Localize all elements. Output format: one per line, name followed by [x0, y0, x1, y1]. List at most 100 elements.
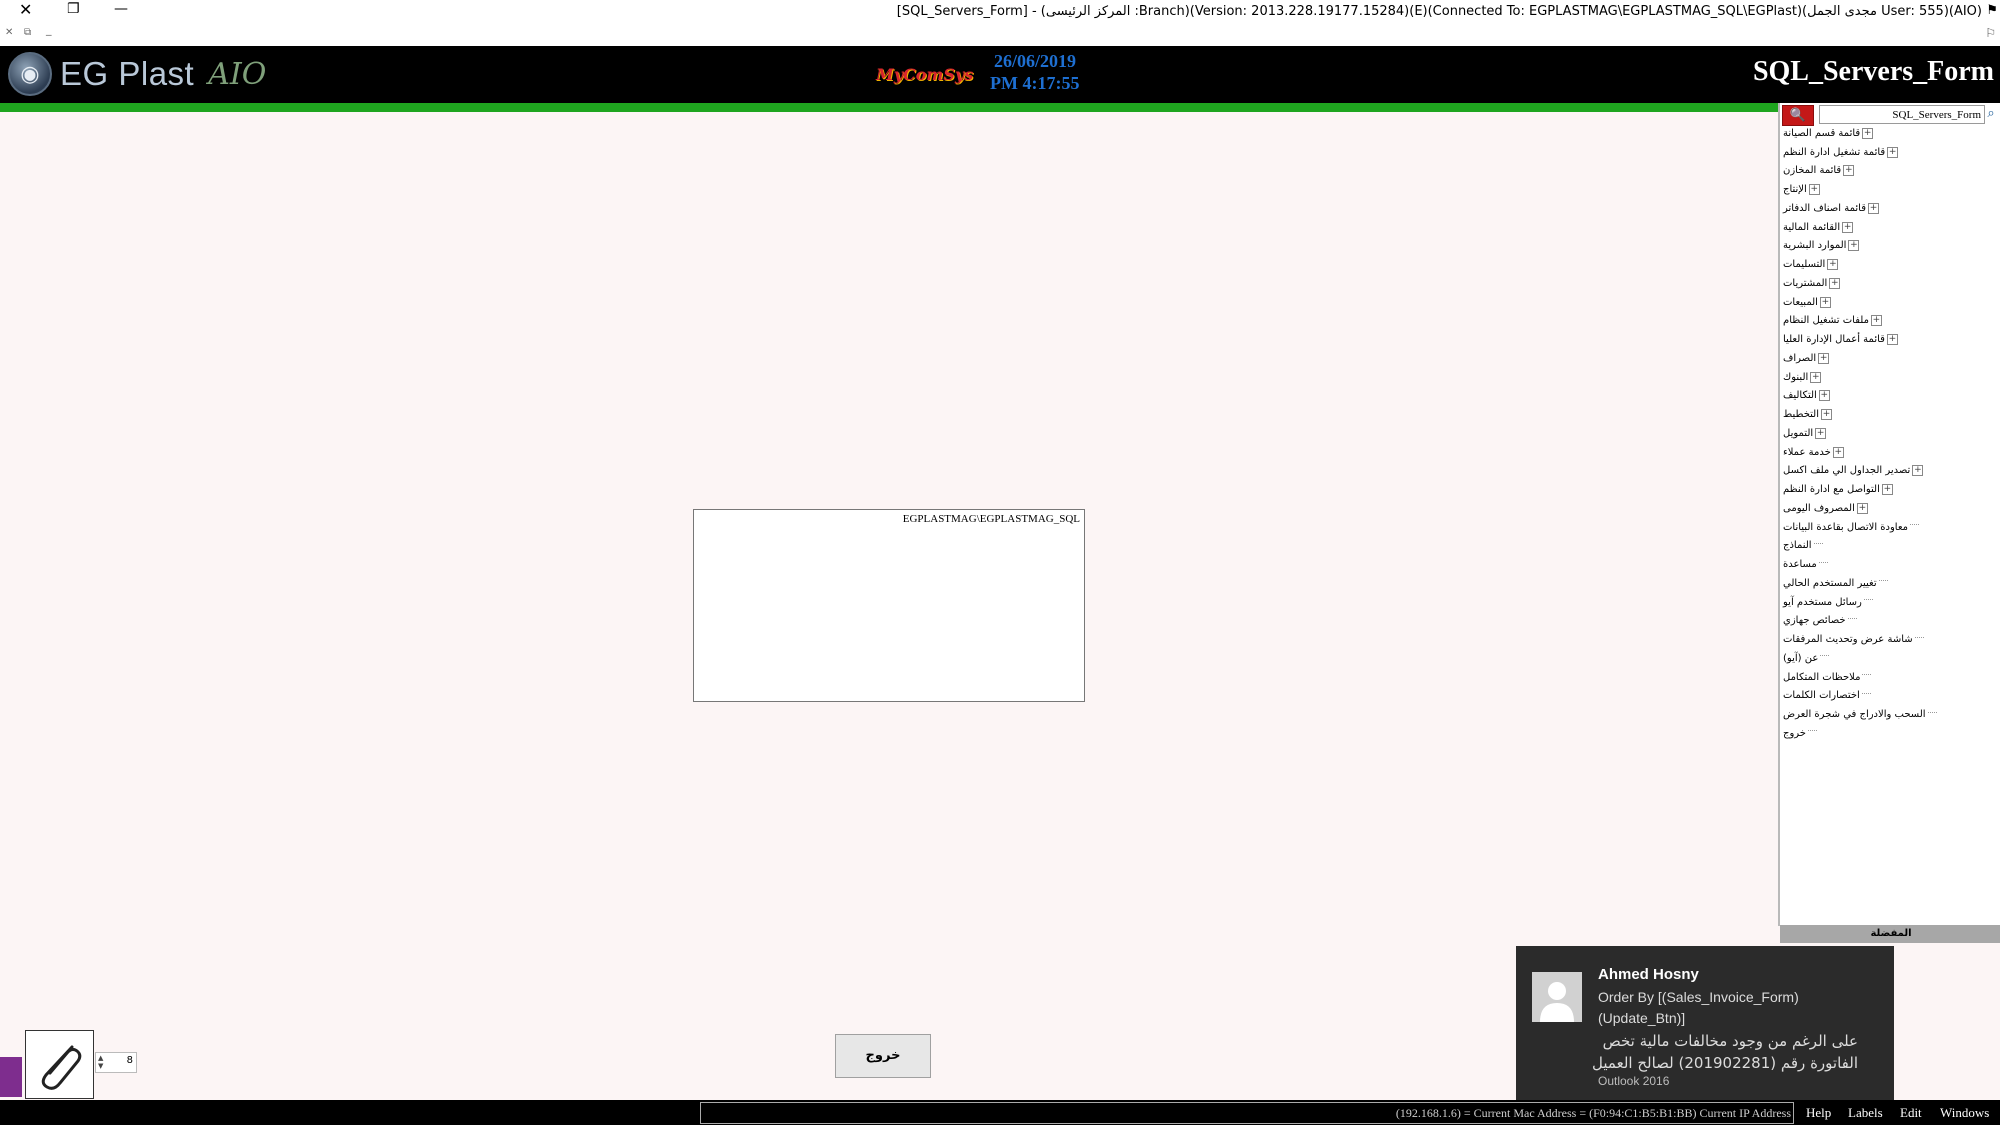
tree-item[interactable]: + قائمة المخازن: [1780, 162, 1994, 181]
window-title: [SQL_Servers_Form] - (المركز الرئيسى :Br…: [896, 4, 1982, 19]
tree-item[interactable]: + التسليمات: [1780, 255, 1994, 274]
close-window-icon[interactable]: ✕: [19, 2, 32, 18]
expand-icon[interactable]: +: [1819, 296, 1831, 308]
paperclip-icon: [41, 1045, 81, 1090]
outlook-notification[interactable]: Ahmed Hosny Order By [(Sales_Invoice_For…: [1516, 946, 1894, 1100]
tree-leaf-connector: [1914, 636, 1924, 647]
tree-leaf-connector: [1878, 580, 1888, 590]
menu-labels[interactable]: Labels: [1848, 1105, 1883, 1121]
tree-item[interactable]: + التكاليف: [1780, 387, 1994, 406]
expand-icon[interactable]: +: [1818, 352, 1830, 364]
expand-icon[interactable]: +: [1810, 371, 1822, 383]
expand-icon[interactable]: +: [1815, 427, 1827, 439]
stepper-value: 8: [126, 1055, 133, 1066]
tree-item[interactable]: + قائمة قسم الصيانة: [1780, 124, 1994, 143]
search-button[interactable]: 🔍: [1782, 105, 1814, 126]
tree-item-label: القائمة المالية: [1783, 221, 1841, 233]
navigation-sidebar: 🔍 ⌕ +قائمة قسم الصيانة+قائمة تشغيل ادارة…: [1778, 103, 2000, 1052]
expand-icon[interactable]: +: [1862, 127, 1874, 139]
tree-item[interactable]: شاشة عرض وتحديث المرفقات: [1780, 630, 1994, 649]
notification-line: الفاتورة رقم (201902281) لصالح العميل: [1592, 1054, 1858, 1072]
tree-item[interactable]: رسائل مستخدم آيو: [1780, 593, 1994, 612]
tree-item[interactable]: عن (آيو): [1780, 649, 1994, 668]
tree-item[interactable]: + القائمة المالية: [1780, 218, 1994, 237]
stepper-arrows-icon[interactable]: ▲ ▼: [98, 1054, 103, 1070]
tree-item[interactable]: + الإنتاج: [1780, 180, 1994, 199]
tree-item[interactable]: + المشتريات: [1780, 274, 1994, 293]
menu-help[interactable]: Help: [1806, 1105, 1831, 1121]
globe-icon: ◉: [8, 52, 52, 96]
tree-item[interactable]: مساعدة: [1780, 555, 1994, 574]
server-list-item[interactable]: EGPLASTMAG\EGPLASTMAG_SQL: [903, 513, 1080, 525]
tree-item[interactable]: + تصدير الجداول الي ملف اكسل: [1780, 462, 1994, 481]
child-close-icon[interactable]: ✕: [5, 28, 13, 38]
tree-leaf-connector: [1820, 655, 1830, 665]
child-restore-icon[interactable]: ⧉: [24, 28, 31, 38]
tree-item[interactable]: السحب والادراج في شجرة العرض: [1780, 705, 1994, 724]
sql-server-list[interactable]: EGPLASTMAG\EGPLASTMAG_SQL: [693, 509, 1085, 702]
tree-item[interactable]: + البنوك: [1780, 368, 1994, 387]
form-title: SQL_Servers_Form: [1752, 56, 1994, 87]
expand-icon[interactable]: +: [1818, 390, 1830, 402]
expand-icon[interactable]: +: [1887, 146, 1899, 158]
tree-item[interactable]: + التمويل: [1780, 424, 1994, 443]
menu-windows[interactable]: Windows: [1940, 1105, 1989, 1121]
brand-logo: MyComSys: [876, 65, 974, 84]
tree-item[interactable]: + المبيعات: [1780, 293, 1994, 312]
tree-item[interactable]: معاودة الاتصال بقاعدة البيانات: [1780, 518, 1994, 537]
menu-edit[interactable]: Edit: [1900, 1105, 1922, 1121]
logo-text: EG Plast: [60, 55, 195, 92]
tree-item[interactable]: + التواصل مع ادارة النظم: [1780, 480, 1994, 499]
tree-item[interactable]: ملاحظات المتكامل: [1780, 668, 1994, 687]
side-tab[interactable]: [0, 1057, 22, 1097]
tree-item[interactable]: خصائص جهازي: [1780, 612, 1994, 631]
tree-item[interactable]: + المصروف اليومى: [1780, 499, 1994, 518]
tree-item[interactable]: + قائمة أعمال الإدارة العليا: [1780, 330, 1994, 349]
form-search-input[interactable]: [1819, 105, 1985, 124]
tree-item[interactable]: + قائمة اصناف الدفاتر: [1780, 199, 1994, 218]
tree-item-label: التمويل: [1783, 427, 1814, 439]
notification-line: Order By [(Sales_Invoice_Form): [1598, 989, 1799, 1005]
tree-item[interactable]: تغيير المستخدم الحالي: [1780, 574, 1994, 593]
tree-item[interactable]: + قائمة تشغيل ادارة النظم: [1780, 143, 1994, 162]
expand-icon[interactable]: +: [1843, 165, 1855, 177]
tree-item[interactable]: + التخطيط: [1780, 405, 1994, 424]
flag-icon: ⚑: [1986, 3, 1998, 18]
expand-icon[interactable]: +: [1870, 315, 1882, 327]
tree-item-label: عن (آيو): [1783, 652, 1819, 664]
network-info-field: (192.168.1.6) = Current Mac Address = (F…: [700, 1102, 1794, 1124]
restore-window-icon[interactable]: ❐: [67, 2, 80, 16]
tree-item-label: قائمة تشغيل ادارة النظم: [1783, 146, 1886, 158]
expand-icon[interactable]: +: [1881, 484, 1893, 496]
expand-icon[interactable]: +: [1827, 259, 1839, 271]
tree-item[interactable]: + الموارد البشرية: [1780, 237, 1994, 256]
pin-icon[interactable]: ⚐: [1985, 26, 1996, 40]
expand-icon[interactable]: +: [1842, 221, 1854, 233]
tree-item[interactable]: + الصراف: [1780, 349, 1994, 368]
tree-item[interactable]: خروج: [1780, 724, 1994, 743]
attachment-button[interactable]: [25, 1030, 94, 1099]
child-minimize-icon[interactable]: _: [46, 24, 52, 35]
expand-icon[interactable]: +: [1832, 446, 1844, 458]
expand-icon[interactable]: +: [1821, 409, 1833, 421]
tree-item[interactable]: + ملفات تشغيل النظام: [1780, 312, 1994, 331]
tree-item[interactable]: اختصارات الكلمات: [1780, 687, 1994, 706]
tree-item[interactable]: النماذج: [1780, 537, 1994, 556]
notification-line: على الرغم من وجود مخالفات مالية تخص: [1602, 1032, 1858, 1050]
expand-icon[interactable]: +: [1808, 184, 1820, 196]
expand-icon[interactable]: +: [1856, 502, 1868, 514]
tree-item-label: خصائص جهازي: [1783, 615, 1846, 627]
minimize-window-icon[interactable]: —: [114, 2, 128, 16]
favorites-header: المفضلة: [1780, 925, 2000, 943]
expand-icon[interactable]: +: [1829, 277, 1841, 289]
count-stepper[interactable]: ▲ ▼ 8: [95, 1052, 137, 1073]
exit-button[interactable]: خروج: [835, 1034, 931, 1078]
expand-icon[interactable]: +: [1886, 334, 1898, 346]
expand-icon[interactable]: +: [1848, 240, 1860, 252]
search-icon[interactable]: ⌕: [1982, 106, 2000, 124]
tree-item[interactable]: + خدمة عملاء: [1780, 443, 1994, 462]
expand-icon[interactable]: +: [1868, 202, 1880, 214]
expand-icon[interactable]: +: [1912, 465, 1924, 477]
tree-leaf-connector: [1927, 711, 1937, 722]
tree-item-label: قائمة أعمال الإدارة العليا: [1783, 334, 1885, 346]
